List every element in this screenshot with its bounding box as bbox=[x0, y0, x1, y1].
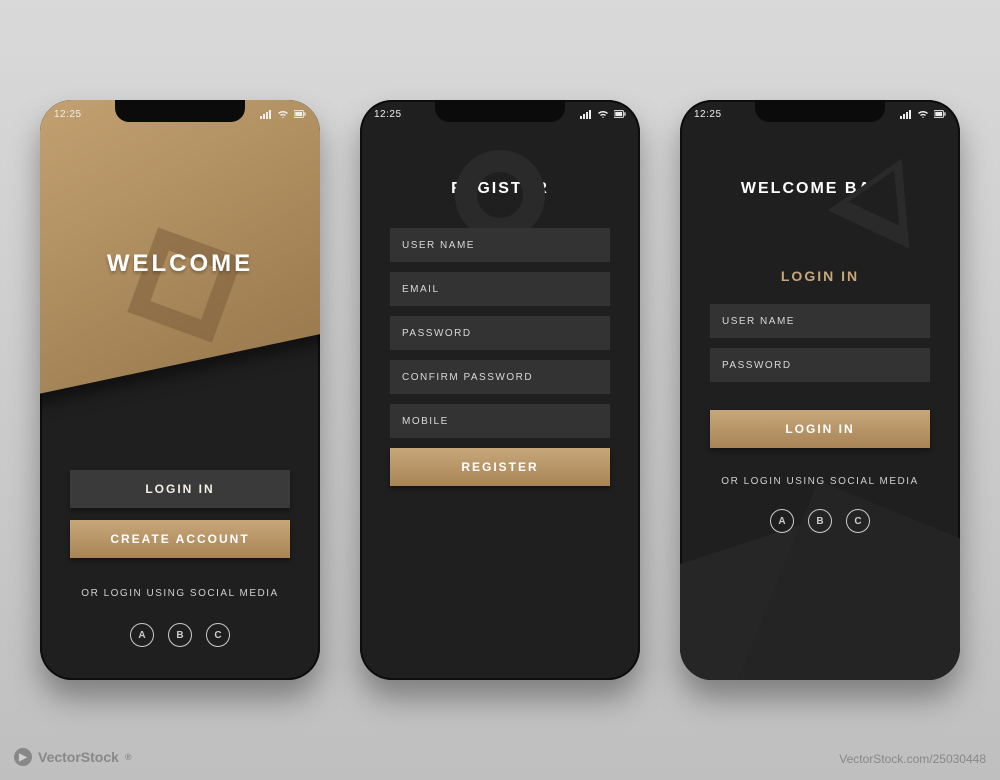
register-button[interactable]: REGISTER bbox=[390, 448, 610, 486]
social-login-label: OR LOGIN USING SOCIAL MEDIA bbox=[70, 588, 290, 599]
social-a-icon[interactable]: A bbox=[770, 509, 794, 533]
login-button[interactable]: LOGIN IN bbox=[70, 470, 290, 508]
wifi-icon bbox=[277, 109, 289, 119]
battery-icon bbox=[934, 109, 946, 119]
phone-register: 12:25 REGISTER USER NAME EMAIL PASSWORD … bbox=[360, 100, 640, 680]
wifi-icon bbox=[597, 109, 609, 119]
phone-welcome: 12:25 WELCOME LOGIN IN CREATE ACCOUNT OR… bbox=[40, 100, 320, 680]
signal-icon bbox=[260, 109, 272, 119]
phone-notch bbox=[115, 100, 245, 122]
social-c-icon[interactable]: C bbox=[846, 509, 870, 533]
phone-login: 12:25 WELCOME BACK LOGIN IN USER NAME PA… bbox=[680, 100, 960, 680]
social-row: A B C bbox=[70, 623, 290, 647]
status-time: 12:25 bbox=[694, 109, 722, 120]
confirm-password-field[interactable]: CONFIRM PASSWORD bbox=[390, 360, 610, 394]
mobile-field[interactable]: MOBILE bbox=[390, 404, 610, 438]
login-subtitle: LOGIN IN bbox=[680, 268, 960, 284]
circle-icon bbox=[455, 150, 545, 240]
email-field[interactable]: EMAIL bbox=[390, 272, 610, 306]
phone-notch bbox=[755, 100, 885, 122]
battery-icon bbox=[614, 109, 626, 119]
logo-icon: ▶ bbox=[14, 748, 32, 766]
social-login-label: OR LOGIN USING SOCIAL MEDIA bbox=[710, 476, 930, 487]
social-row: A B C bbox=[710, 509, 930, 533]
battery-icon bbox=[294, 109, 306, 119]
create-account-button[interactable]: CREATE ACCOUNT bbox=[70, 520, 290, 558]
watermark-id: VectorStock.com/25030448 bbox=[839, 752, 986, 766]
username-field[interactable]: USER NAME bbox=[710, 304, 930, 338]
status-time: 12:25 bbox=[54, 109, 82, 120]
password-field[interactable]: PASSWORD bbox=[710, 348, 930, 382]
social-a-icon[interactable]: A bbox=[130, 623, 154, 647]
social-c-icon[interactable]: C bbox=[206, 623, 230, 647]
wifi-icon bbox=[917, 109, 929, 119]
welcome-title: WELCOME bbox=[40, 250, 320, 278]
social-b-icon[interactable]: B bbox=[168, 623, 192, 647]
phone-notch bbox=[435, 100, 565, 122]
signal-icon bbox=[900, 109, 912, 119]
watermark-brand: ▶ VectorStock® bbox=[14, 748, 132, 766]
status-time: 12:25 bbox=[374, 109, 402, 120]
social-b-icon[interactable]: B bbox=[808, 509, 832, 533]
login-button[interactable]: LOGIN IN bbox=[710, 410, 930, 448]
username-field[interactable]: USER NAME bbox=[390, 228, 610, 262]
password-field[interactable]: PASSWORD bbox=[390, 316, 610, 350]
signal-icon bbox=[580, 109, 592, 119]
